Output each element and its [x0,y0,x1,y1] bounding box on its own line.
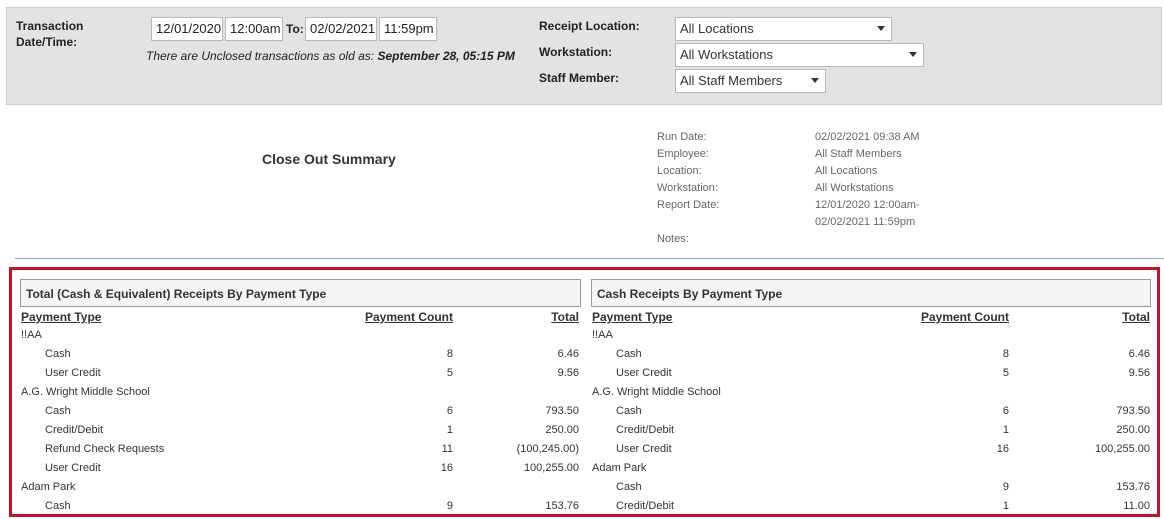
total-cell: 11.00 [1123,500,1150,512]
section-header-cash-receipts: Cash Receipts By Payment Type [591,279,1151,307]
payment-count-cell: 6 [1002,405,1009,417]
total-cell: 6.46 [1128,348,1150,360]
meta-value: All Staff Members [815,148,902,160]
col-header-payment-count[interactable]: Payment Count [330,310,453,324]
meta-value: All Locations [815,165,878,177]
group-name: !!AA [592,329,613,341]
total-cell: 250.00 [1116,424,1150,436]
total-cell: 153.76 [1116,481,1150,493]
payment-type-cell: User Credit [616,367,672,379]
payment-count-cell: 8 [1002,348,1009,360]
payment-type-cell: Cash [616,481,642,493]
chevron-down-icon [811,78,819,83]
table-row: Credit/Debit 1 250.00 [0,424,1164,443]
staff-member-select[interactable]: All Staff Members [675,69,826,93]
meta-value: 12/01/2020 12:00am- 02/02/2021 11:59pm [815,199,920,228]
report-title: Close Out Summary [262,151,396,167]
table-row: Cash 8 6.46 [0,348,1164,367]
meta-key: Employee: [657,148,709,160]
payment-count-cell: 5 [1002,367,1009,379]
group-row: Adam Park [0,462,1164,481]
workstation-value: All Workstations [680,47,773,62]
staff-member-label: Staff Member: [539,71,620,85]
meta-key: Notes: [657,233,689,245]
workstation-label: Workstation: [539,45,613,59]
divider [15,258,1164,259]
meta-key: Report Date: [657,199,720,211]
meta-value: 02/02/2021 09:38 AM [815,131,920,143]
workstation-select[interactable]: All Workstations [675,43,924,67]
col-header-payment-count[interactable]: Payment Count [886,310,1009,324]
transaction-date-label: Transaction Date/Time: [16,19,84,49]
receipt-location-label: Receipt Location: [539,19,640,33]
col-header-payment-type[interactable]: Payment Type [21,310,101,324]
payment-count-cell: 9 [1002,481,1009,493]
from-date-field[interactable]: 12/01/2020 [151,17,223,41]
table-row: User Credit 5 9.56 [0,367,1164,386]
total-cell: 100,255.00 [1094,443,1150,455]
meta-key: Location: [657,165,702,177]
payment-type-cell: Cash [616,405,642,417]
group-row: !!AA [0,329,1164,348]
col-header-total[interactable]: Total [1071,310,1150,324]
meta-key: Workstation: [657,182,718,194]
from-time-field[interactable]: 12:00am [225,17,283,41]
notice-prefix: There are Unclosed transactions as old a… [146,49,375,63]
payment-count-cell: 16 [996,443,1009,455]
meta-key: Run Date: [657,131,707,143]
table-row: Cash 9 153.76 [0,481,1164,500]
unclosed-notice: There are Unclosed transactions as old a… [146,49,515,63]
col-header-payment-type[interactable]: Payment Type [592,310,672,324]
notice-date: September 28, 05:15 PM [377,49,515,63]
payment-type-cell: Credit/Debit [616,424,675,436]
group-row: A.G. Wright Middle School [0,386,1164,405]
table-row: Credit/Debit 1 11.00 [0,500,1164,519]
chevron-down-icon [877,26,885,31]
to-label: To: [286,22,304,36]
chevron-down-icon [909,52,917,57]
payment-count-cell: 1 [1002,500,1009,512]
payment-type-cell: Cash [616,348,642,360]
total-cell: 9.56 [1128,367,1150,379]
receipt-location-select[interactable]: All Locations [675,17,892,41]
total-cell: 793.50 [1116,405,1150,417]
meta-value: All Workstations [815,182,894,194]
group-name: A.G. Wright Middle School [592,386,721,398]
payment-count-cell: 1 [1002,424,1009,436]
to-date-field[interactable]: 02/02/2021 [305,17,377,41]
col-header-total[interactable]: Total [500,310,579,324]
staff-member-value: All Staff Members [680,73,783,88]
table-row: Cash 6 793.50 [0,405,1164,424]
group-name: Adam Park [592,462,647,474]
receipt-location-value: All Locations [680,21,754,36]
to-time-field[interactable]: 11:59pm [379,17,437,41]
section-header-total-receipts: Total (Cash & Equivalent) Receipts By Pa… [20,279,581,307]
payment-type-cell: User Credit [616,443,672,455]
payment-type-cell: Credit/Debit [616,500,675,512]
table-row: User Credit 16 100,255.00 [0,443,1164,462]
